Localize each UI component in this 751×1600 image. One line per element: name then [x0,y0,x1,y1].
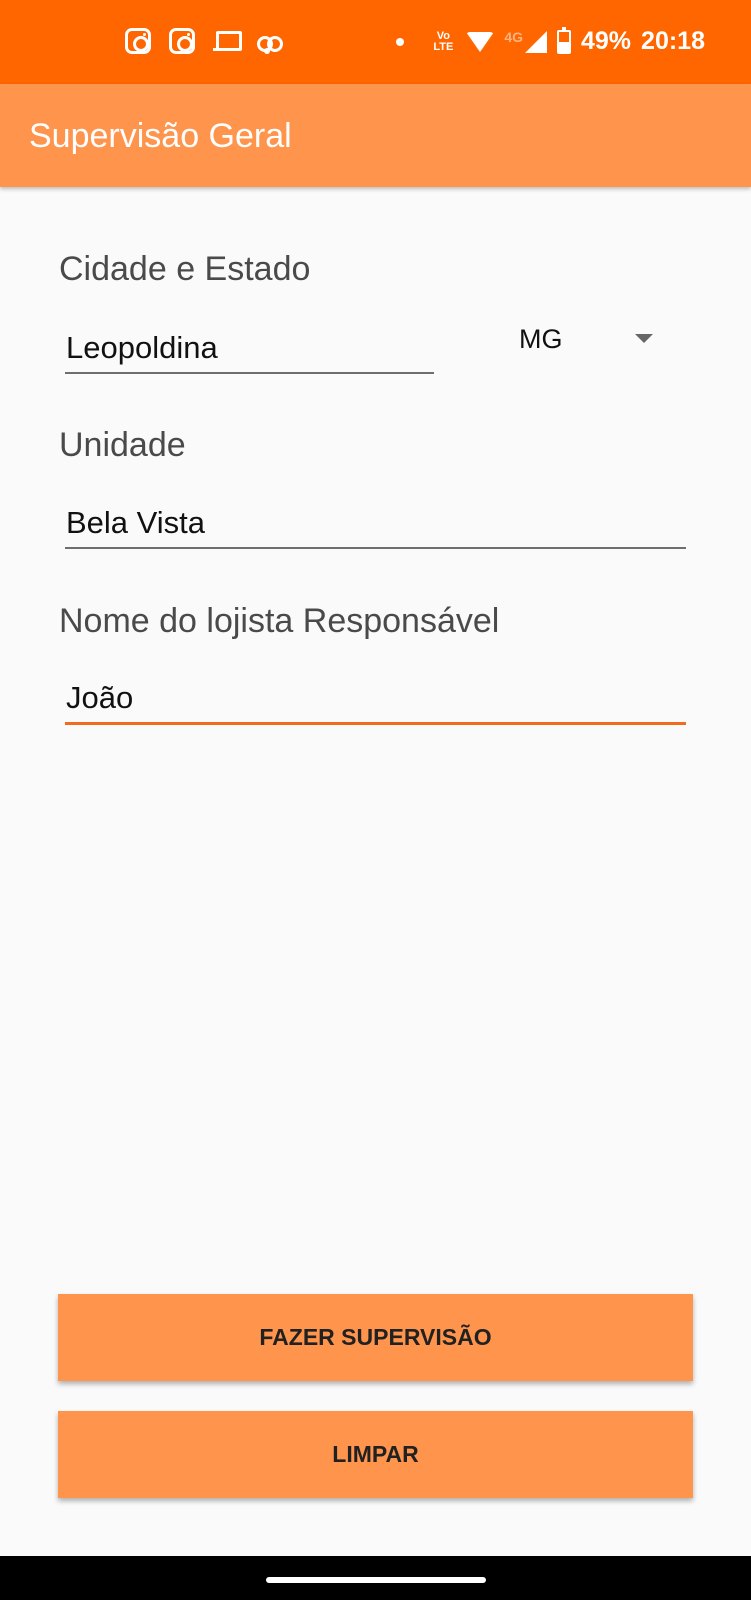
signal-icon [525,30,547,53]
voicemail-icon [257,28,283,54]
dropdown-arrow-icon [635,334,653,343]
app-toolbar: Supervisão Geral [0,84,751,187]
system-icons: Vo LTE 4G 49% 20:18 [396,26,705,56]
unit-label: Unidade [59,426,186,464]
city-input[interactable] [65,330,434,372]
responsible-field[interactable] [65,680,686,725]
wifi-icon [466,31,495,52]
city-field[interactable] [65,330,434,374]
state-selected-value: MG [519,324,563,354]
clear-button[interactable]: LIMPAR [58,1411,693,1498]
notification-icons [125,28,283,54]
unit-field[interactable] [65,505,686,549]
state-select[interactable]: MG [507,318,657,362]
notification-dot-icon [396,37,405,46]
unit-input[interactable] [65,505,686,547]
clock: 20:18 [641,27,705,55]
instagram-icon [169,28,195,54]
responsible-input[interactable] [65,680,686,722]
navigation-bar [0,1556,751,1600]
network-type: 4G [504,28,523,45]
city-state-label: Cidade e Estado [59,250,311,288]
responsible-label: Nome do lojista Responsável [59,602,500,640]
instagram-icon [125,28,151,54]
battery-icon [557,26,571,54]
laptop-icon [213,28,242,54]
home-gesture-handle[interactable] [266,1577,486,1583]
page-title: Supervisão Geral [29,117,292,155]
volte-icon: Vo LTE [433,29,454,53]
do-supervision-button[interactable]: FAZER SUPERVISÃO [58,1294,693,1381]
battery-percent: 49% [581,27,632,55]
status-bar: Vo LTE 4G 49% 20:18 [0,0,751,84]
